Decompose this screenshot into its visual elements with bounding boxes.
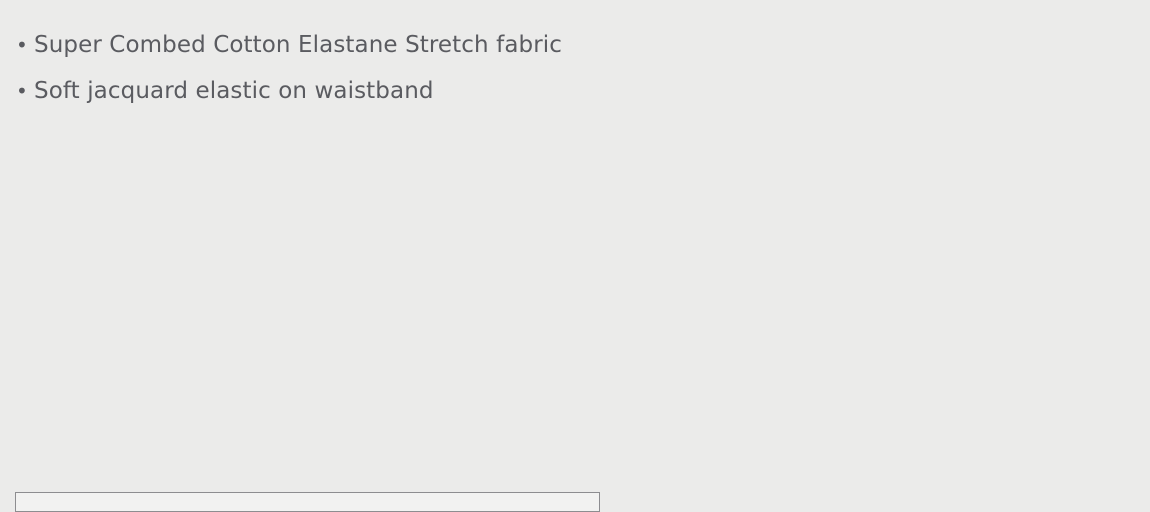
feature-item: • Soft jacquard elastic on waistband <box>16 73 562 109</box>
product-feature-list: • Super Combed Cotton Elastane Stretch f… <box>16 27 562 119</box>
bullet-icon: • <box>16 79 28 103</box>
feature-text: Super Combed Cotton Elastane Stretch fab… <box>34 32 563 58</box>
feature-text: Soft jacquard elastic on waistband <box>34 78 434 104</box>
bullet-icon: • <box>16 33 28 57</box>
feature-item: • Super Combed Cotton Elastane Stretch f… <box>16 27 562 63</box>
product-option-box[interactable] <box>15 492 600 512</box>
